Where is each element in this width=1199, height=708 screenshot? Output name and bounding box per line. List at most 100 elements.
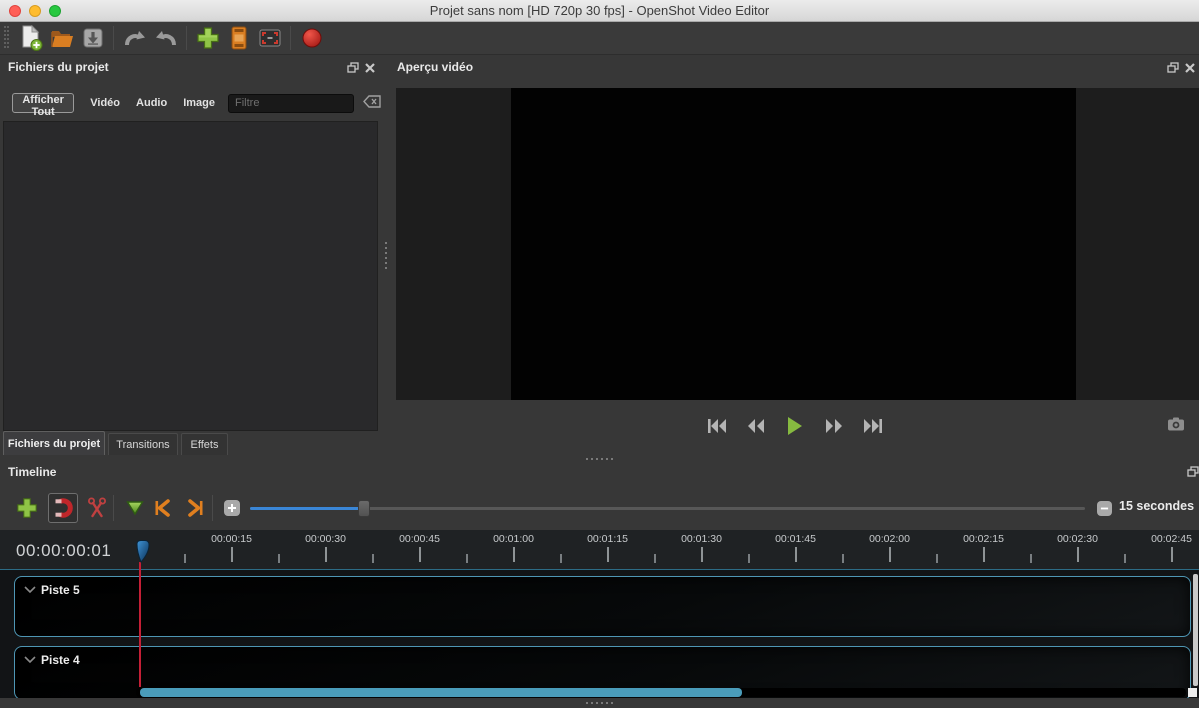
ruler-tick-major [419,547,421,562]
save-project-icon [82,27,104,49]
tab-transitions[interactable]: Transitions [108,433,178,455]
minus-icon [1100,504,1109,513]
float-icon [1167,62,1179,73]
ruler-tick-major [1171,547,1173,562]
next-marker-icon [185,498,205,518]
tab-effects[interactable]: Effets [181,433,228,455]
zoom-scale-label: 15 secondes [1119,499,1194,513]
bottom-splitter[interactable] [0,698,1199,708]
snapping-toggle-button[interactable] [48,493,78,523]
filter-show-all-button[interactable]: Afficher Tout [12,93,74,113]
track-label: Piste 4 [41,653,80,667]
ruler-tick-minor [466,554,468,563]
fast-forward-button[interactable] [821,416,847,436]
timeline-zoom-slider-fill [250,507,361,510]
add-track-button[interactable] [12,493,42,523]
zoom-in-button[interactable] [224,500,240,516]
track-label: Piste 5 [41,583,80,597]
ruler-tick-minor [1124,554,1126,563]
jump-to-start-button[interactable] [704,416,730,436]
ruler-timestamp: 00:02:00 [869,533,910,545]
horizontal-splitter[interactable] [0,455,1199,462]
float-panel-button[interactable] [1167,61,1179,76]
play-button[interactable] [782,416,808,436]
toolbar-grip-icon[interactable] [3,25,11,51]
timeline-ruler[interactable]: 00:00:00:01 00:00:1500:00:3000:00:4500:0… [0,530,1199,570]
zoom-out-button[interactable] [1097,501,1112,516]
chevron-down-icon[interactable] [24,586,36,594]
jump-to-start-icon [707,419,727,433]
playback-controls [391,415,1199,437]
snapshot-button[interactable] [1167,417,1185,434]
filter-audio-button[interactable]: Audio [136,97,167,109]
plus-icon [227,503,237,513]
save-project-button[interactable] [77,24,108,53]
project-files-header: Fichiers du projet [0,55,381,79]
ruler-timestamp: 00:02:30 [1057,533,1098,545]
close-panel-button[interactable] [1185,61,1195,76]
play-icon [787,417,803,435]
ruler-tick-minor [936,554,938,563]
close-panel-button[interactable] [365,61,375,76]
toolbar-separator [113,495,114,521]
timeline-toolbar: 15 secondes [0,488,1199,526]
choose-profile-button[interactable] [223,24,254,53]
new-project-icon [19,25,43,51]
vertical-splitter[interactable] [381,55,391,455]
new-project-button[interactable] [15,24,46,53]
float-panel-button[interactable] [347,61,359,76]
scrollbar-corner [1188,688,1197,697]
ruler-tick-major [889,547,891,562]
ruler-tick-major [701,547,703,562]
ruler-tick-major [231,547,233,562]
filter-input[interactable] [228,94,354,113]
ruler-tick-major [1077,547,1079,562]
ruler-tick-minor [278,554,280,563]
chevron-down-icon[interactable] [24,656,36,664]
export-video-button[interactable] [296,24,327,53]
openshot-window: Projet sans nom [HD 720p 30 fps] - OpenS… [0,0,1199,708]
redo-button[interactable] [150,24,181,53]
add-marker-button[interactable] [120,493,150,523]
ruler-timestamp: 00:00:15 [211,533,252,545]
ruler-tick-minor [372,554,374,563]
timeline-zoom-slider[interactable] [250,507,1085,510]
tab-project-files[interactable]: Fichiers du projet [3,431,105,455]
next-marker-button[interactable] [180,493,210,523]
rewind-button[interactable] [743,416,769,436]
timeline-panel: Timeline [0,462,1199,698]
import-files-icon [196,26,220,50]
undo-icon [122,28,148,48]
razor-scissors-icon [87,497,107,519]
timeline-zoom-slider-handle[interactable] [358,500,370,517]
fullscreen-button[interactable] [254,24,285,53]
track-piste-5[interactable]: Piste 5 [14,576,1191,637]
jump-to-end-button[interactable] [860,416,886,436]
ruler-tick-minor [184,554,186,563]
razor-button[interactable] [82,493,112,523]
open-project-icon [50,27,74,49]
ruler-tick-minor [560,554,562,563]
clear-filter-button[interactable] [363,95,381,111]
undo-button[interactable] [119,24,150,53]
float-icon [347,62,359,73]
video-frame [511,88,1076,400]
filter-video-button[interactable]: Vidéo [90,97,120,109]
vertical-scrollbar-thumb[interactable] [1193,574,1198,686]
import-files-button[interactable] [192,24,223,53]
project-files-list[interactable] [3,121,378,431]
horizontal-scrollbar-thumb[interactable] [140,688,742,697]
rewind-icon [747,419,765,433]
ruler-tick-major [607,547,609,562]
fast-forward-icon [825,419,843,433]
ruler-timestamp: 00:01:45 [775,533,816,545]
float-panel-button[interactable] [1187,465,1199,480]
open-project-button[interactable] [46,24,77,53]
timeline-title: Timeline [8,465,56,479]
timeline-tracks-area[interactable]: Piste 5 Piste 4 [0,570,1199,698]
window-title: Projet sans nom [HD 720p 30 fps] - OpenS… [0,0,1199,22]
previous-marker-button[interactable] [148,493,178,523]
filter-image-button[interactable]: Image [183,97,215,109]
playhead-line [139,562,141,687]
playhead-marker[interactable] [134,540,152,567]
